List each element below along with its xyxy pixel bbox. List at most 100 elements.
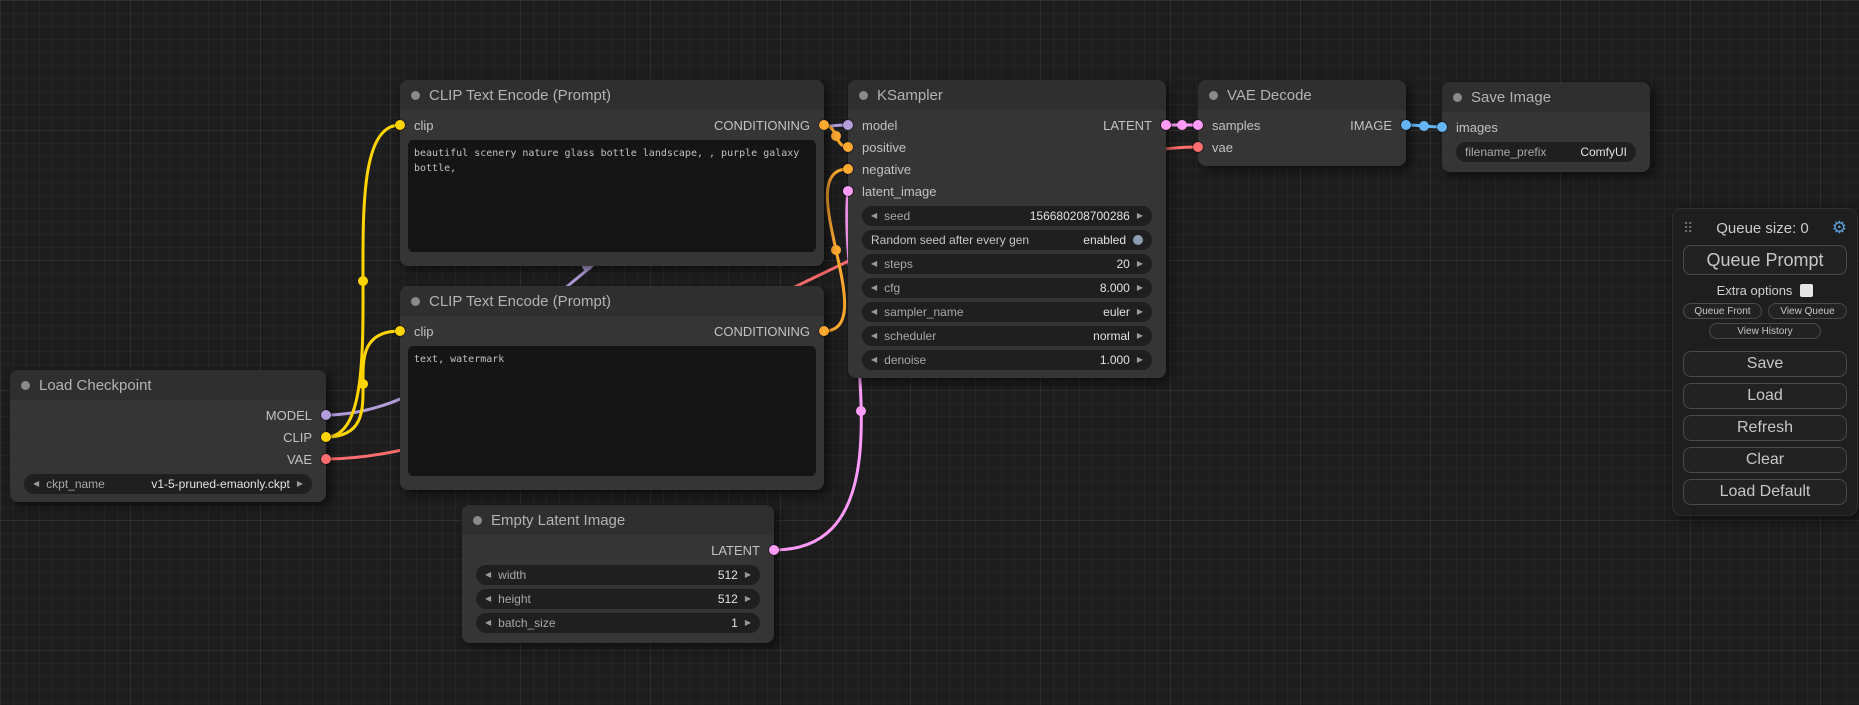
prompt-textarea[interactable]: text, watermark xyxy=(408,346,816,476)
toggle-indicator-icon[interactable] xyxy=(1133,235,1143,245)
decrement-arrow-icon[interactable]: ◀ xyxy=(871,212,877,220)
latent-output-slot[interactable] xyxy=(1161,120,1171,130)
load-default-button[interactable]: Load Default xyxy=(1683,479,1847,505)
widget-name: cfg xyxy=(884,281,900,295)
node-load-checkpoint[interactable]: Load Checkpoint MODEL CLIP VAE ◀ ckpt_na… xyxy=(10,370,326,502)
node-title-bar[interactable]: VAE Decode xyxy=(1198,80,1406,110)
link-clip-negative xyxy=(326,331,400,437)
drag-handle-icon[interactable]: ⠿ xyxy=(1683,220,1693,237)
prompt-textarea[interactable]: beautiful scenery nature glass bottle la… xyxy=(408,140,816,252)
node-vae-decode[interactable]: VAE Decode samples IMAGE vae xyxy=(1198,80,1406,166)
node-title-bar[interactable]: Save Image xyxy=(1442,82,1650,112)
random-seed-toggle-widget[interactable]: Random seed after every gen enabled xyxy=(862,230,1152,250)
width-widget[interactable]: ◀ width 512 ▶ xyxy=(476,565,760,585)
vae-input-slot[interactable] xyxy=(1193,142,1203,152)
widget-value: ComfyUI xyxy=(1580,145,1627,159)
increment-arrow-icon[interactable]: ▶ xyxy=(1137,308,1143,316)
decrement-arrow-icon[interactable]: ◀ xyxy=(485,619,491,627)
view-queue-button[interactable]: View Queue xyxy=(1768,303,1847,319)
model-input-slot[interactable] xyxy=(843,120,853,130)
extra-options-checkbox[interactable] xyxy=(1800,284,1813,297)
samples-input-slot[interactable] xyxy=(1193,120,1203,130)
node-title: Save Image xyxy=(1471,89,1551,106)
clear-button[interactable]: Clear xyxy=(1683,447,1847,473)
node-clip-text-encode-negative[interactable]: CLIP Text Encode (Prompt) clip CONDITION… xyxy=(400,286,824,490)
node-save-image[interactable]: Save Image images filename_prefix ComfyU… xyxy=(1442,82,1650,172)
image-output-slot[interactable] xyxy=(1401,120,1411,130)
increment-arrow-icon[interactable]: ▶ xyxy=(1137,284,1143,292)
positive-input-slot[interactable] xyxy=(843,142,853,152)
node-title-bar[interactable]: CLIP Text Encode (Prompt) xyxy=(400,286,824,316)
latent-output-slot[interactable] xyxy=(769,545,779,555)
image-output-label: IMAGE xyxy=(1350,118,1392,133)
load-button[interactable]: Load xyxy=(1683,383,1847,409)
node-clip-text-encode-positive[interactable]: CLIP Text Encode (Prompt) clip CONDITION… xyxy=(400,80,824,266)
seed-widget[interactable]: ◀ seed 156680208700286 ▶ xyxy=(862,206,1152,226)
collapse-dot-icon[interactable] xyxy=(411,297,420,306)
ckpt-name-widget[interactable]: ◀ ckpt_name v1-5-pruned-emaonly.ckpt ▶ xyxy=(24,474,312,494)
batch-size-widget[interactable]: ◀ batch_size 1 ▶ xyxy=(476,613,760,633)
widget-name: Random seed after every gen xyxy=(871,233,1029,247)
increment-arrow-icon[interactable]: ▶ xyxy=(745,595,751,603)
node-title: CLIP Text Encode (Prompt) xyxy=(429,293,611,310)
widget-value: 20 xyxy=(1116,257,1129,271)
decrement-arrow-icon[interactable]: ◀ xyxy=(871,332,877,340)
decrement-arrow-icon[interactable]: ◀ xyxy=(871,308,877,316)
link-clip-positive xyxy=(326,125,400,437)
collapse-dot-icon[interactable] xyxy=(859,91,868,100)
model-output-slot[interactable] xyxy=(321,410,331,420)
steps-widget[interactable]: ◀ steps 20 ▶ xyxy=(862,254,1152,274)
queue-prompt-button[interactable]: Queue Prompt xyxy=(1683,245,1847,275)
conditioning-output-slot[interactable] xyxy=(819,326,829,336)
decrement-arrow-icon[interactable]: ◀ xyxy=(485,595,491,603)
increment-arrow-icon[interactable]: ▶ xyxy=(1137,332,1143,340)
clip-input-slot[interactable] xyxy=(395,120,405,130)
widget-value: normal xyxy=(1093,329,1130,343)
node-title-bar[interactable]: KSampler xyxy=(848,80,1166,110)
clip-output-slot[interactable] xyxy=(321,432,331,442)
sampler-name-widget[interactable]: ◀ sampler_name euler ▶ xyxy=(862,302,1152,322)
increment-arrow-icon[interactable]: ▶ xyxy=(1137,260,1143,268)
increment-arrow-icon[interactable]: ▶ xyxy=(745,571,751,579)
node-graph-canvas[interactable]: Load Checkpoint MODEL CLIP VAE ◀ ckpt_na… xyxy=(0,0,1859,705)
collapse-dot-icon[interactable] xyxy=(21,381,30,390)
view-history-button[interactable]: View History xyxy=(1709,323,1821,339)
height-widget[interactable]: ◀ height 512 ▶ xyxy=(476,589,760,609)
collapse-dot-icon[interactable] xyxy=(1209,91,1218,100)
node-title-bar[interactable]: Empty Latent Image xyxy=(462,505,774,535)
node-title-bar[interactable]: CLIP Text Encode (Prompt) xyxy=(400,80,824,110)
decrement-arrow-icon[interactable]: ◀ xyxy=(33,480,39,488)
collapse-dot-icon[interactable] xyxy=(1453,93,1462,102)
cfg-widget[interactable]: ◀ cfg 8.000 ▶ xyxy=(862,278,1152,298)
images-input-slot[interactable] xyxy=(1437,122,1447,132)
node-body: clip CONDITIONING beautiful scenery natu… xyxy=(400,110,824,266)
refresh-button[interactable]: Refresh xyxy=(1683,415,1847,441)
increment-arrow-icon[interactable]: ▶ xyxy=(745,619,751,627)
scheduler-widget[interactable]: ◀ scheduler normal ▶ xyxy=(862,326,1152,346)
filename-prefix-widget[interactable]: filename_prefix ComfyUI xyxy=(1456,142,1636,162)
node-title-bar[interactable]: Load Checkpoint xyxy=(10,370,326,400)
clip-input-slot[interactable] xyxy=(395,326,405,336)
queue-front-button[interactable]: Queue Front xyxy=(1683,303,1762,319)
collapse-dot-icon[interactable] xyxy=(411,91,420,100)
negative-input-slot[interactable] xyxy=(843,164,853,174)
node-ksampler[interactable]: KSampler model LATENT positive negative … xyxy=(848,80,1166,378)
vae-output-slot[interactable] xyxy=(321,454,331,464)
decrement-arrow-icon[interactable]: ◀ xyxy=(871,284,877,292)
decrement-arrow-icon[interactable]: ◀ xyxy=(485,571,491,579)
denoise-widget[interactable]: ◀ denoise 1.000 ▶ xyxy=(862,350,1152,370)
conditioning-output-slot[interactable] xyxy=(819,120,829,130)
decrement-arrow-icon[interactable]: ◀ xyxy=(871,356,877,364)
save-button[interactable]: Save xyxy=(1683,351,1847,377)
widget-value: euler xyxy=(1103,305,1130,319)
slot-row: LATENT xyxy=(462,539,774,561)
increment-arrow-icon[interactable]: ▶ xyxy=(297,480,303,488)
node-empty-latent-image[interactable]: Empty Latent Image LATENT ◀ width 512 ▶ … xyxy=(462,505,774,643)
collapse-dot-icon[interactable] xyxy=(473,516,482,525)
latent-image-input-slot[interactable] xyxy=(843,186,853,196)
settings-gear-icon[interactable]: ⚙ xyxy=(1832,218,1847,238)
increment-arrow-icon[interactable]: ▶ xyxy=(1137,212,1143,220)
decrement-arrow-icon[interactable]: ◀ xyxy=(871,260,877,268)
increment-arrow-icon[interactable]: ▶ xyxy=(1137,356,1143,364)
latent-image-input-label: latent_image xyxy=(862,184,936,199)
